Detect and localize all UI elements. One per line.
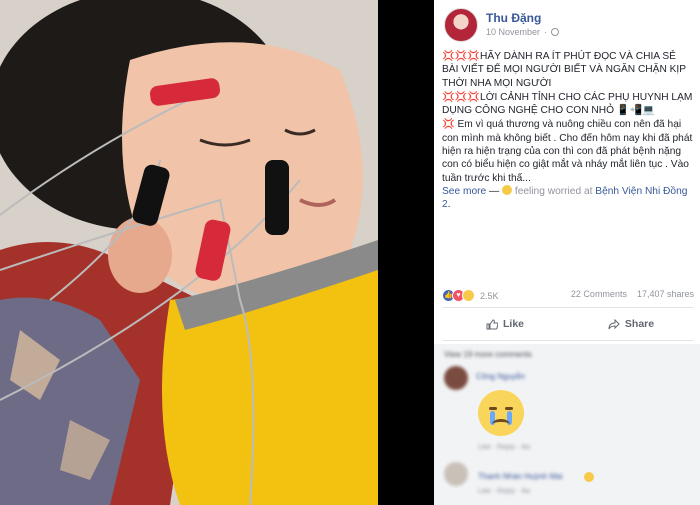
commenter-name[interactable]: Công Nguyễn — [476, 372, 525, 381]
post-stats: 👍 ♥ 2.5K 22 Comments 17,407 shares — [442, 289, 694, 303]
commenter-avatar[interactable] — [444, 366, 468, 390]
divider — [442, 307, 694, 308]
post-date[interactable]: 10 November — [486, 27, 540, 37]
divider — [442, 340, 694, 341]
crying-emoji-icon — [584, 472, 594, 482]
post-photo[interactable] — [0, 0, 378, 505]
feeling-text: feeling worried at — [512, 185, 596, 197]
view-previous-comments[interactable]: View 19 more comments — [444, 350, 532, 359]
lightbox-gap — [378, 0, 434, 505]
comment-count[interactable]: 22 Comments — [571, 289, 627, 299]
share-button[interactable]: Share — [568, 312, 694, 336]
post-paragraph: 💢💢💢HÃY DÀNH RA ÍT PHÚT ĐỌC VÀ CHIA SẺ BÀ… — [442, 51, 686, 89]
comment-meta[interactable]: Like · Reply · 4w — [478, 444, 530, 451]
reactions-summary[interactable]: 👍 ♥ 2.5K — [442, 289, 499, 302]
post-body: 💢💢💢HÃY DÀNH RA ÍT PHÚT ĐỌC VÀ CHIA SẺ BÀ… — [442, 50, 694, 213]
post-header: Thu Đặng 10 November · — [444, 8, 694, 42]
share-arrow-icon — [608, 318, 620, 329]
commenter-name[interactable]: Thanh Nhàn Huỳnh Mai — [478, 472, 563, 481]
child-photo — [0, 0, 378, 505]
globe-icon — [551, 28, 560, 36]
comments-section: View 19 more comments Công Nguyễn Like ·… — [434, 344, 700, 505]
comment-meta[interactable]: Like · Reply · 4w — [478, 488, 530, 495]
commenter-avatar[interactable] — [444, 462, 468, 486]
post-panel: Thu Đặng 10 November · 💢💢💢HÃY DÀNH RA ÍT… — [434, 0, 700, 505]
share-label: Share — [624, 318, 655, 330]
crying-sticker-icon — [478, 390, 524, 436]
worried-emoji-icon — [502, 184, 513, 195]
post-meta: 10 November · — [486, 27, 560, 37]
thumbs-up-icon — [486, 318, 498, 329]
like-label: Like — [502, 318, 524, 330]
like-button[interactable]: Like — [442, 312, 568, 336]
post-paragraph: 💢💢💢LỜI CẢNH TỈNH CHO CÁC PHỤ HUYNH LẠM D… — [442, 91, 693, 117]
post-paragraph: 💢 Em vì quá thương và nuông chiều con nê… — [442, 119, 693, 211]
share-count[interactable]: 17,407 shares — [637, 289, 694, 299]
sad-reaction-icon — [462, 289, 475, 302]
action-bar: Like Share — [442, 312, 694, 336]
author-name[interactable]: Thu Đặng — [486, 11, 541, 25]
see-more-link[interactable]: See more — [442, 186, 486, 197]
reaction-count: 2.5K — [480, 290, 499, 301]
author-avatar[interactable] — [444, 8, 478, 42]
